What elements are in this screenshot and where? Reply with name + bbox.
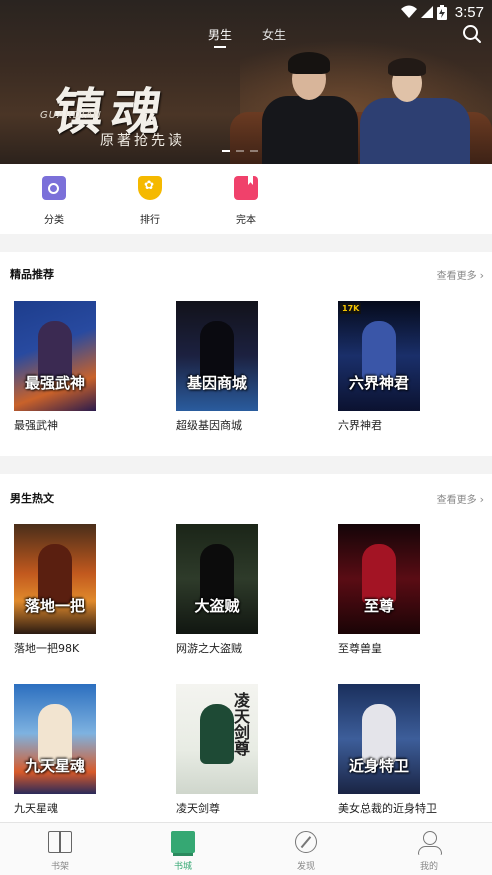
cover-title: 大盗贼 — [194, 597, 240, 615]
chevron-right-icon: › — [479, 493, 484, 506]
hero-banner[interactable]: 镇魂 GUARDIAN 原著抢先读 — [0, 0, 492, 164]
status-time: 3:57 — [454, 3, 484, 21]
cover-title: 近身特卫 — [348, 757, 409, 775]
book-title: 超级基因商城 — [176, 419, 242, 432]
section-title-featured: 精品推荐 — [10, 268, 54, 281]
status-bar: 3:57 — [0, 0, 492, 24]
featured-more-label: 查看更多 — [436, 271, 477, 282]
book-title: 落地一把98K — [14, 642, 80, 655]
cover-title: 至尊 — [363, 597, 394, 615]
nav-discover[interactable]: 发现 — [276, 831, 336, 872]
book-cover: 大盗贼 — [176, 524, 258, 634]
bookstore-icon — [171, 831, 195, 856]
nav-bookstore-label: 书城 — [173, 862, 192, 872]
nav-profile-label: 我的 — [419, 862, 438, 872]
section-divider — [0, 234, 492, 252]
category-entry[interactable]: 分类 — [24, 176, 84, 226]
bookshelf-icon — [48, 831, 72, 853]
book-cover: 至尊 — [338, 524, 420, 634]
rank-entry[interactable]: 排行 — [120, 176, 180, 226]
bottom-navigation: 书架 书城 发现 我的 — [0, 822, 492, 875]
book-cover: 17K 六界神君 — [338, 301, 420, 411]
book-cover: 近身特卫 — [338, 684, 420, 794]
tab-female[interactable]: 女生 — [262, 26, 286, 43]
profile-icon — [417, 831, 442, 855]
cover-title: 凌天剑尊 — [231, 692, 250, 756]
cover-title: 基因商城 — [186, 374, 247, 392]
banner-person-2-hair — [388, 58, 426, 76]
book-title: 至尊兽皇 — [338, 642, 382, 655]
pager-dot — [250, 150, 258, 152]
section-title-male-hot: 男生热文 — [10, 492, 54, 505]
section-divider — [0, 456, 492, 474]
category-icon — [42, 176, 66, 200]
tab-female-label: 女生 — [262, 28, 287, 42]
search-icon[interactable] — [462, 24, 482, 44]
book-card[interactable]: 大盗贼 网游之大盗贼 — [176, 524, 258, 656]
book-title: 九天星魂 — [14, 802, 58, 815]
nav-bookshelf[interactable]: 书架 — [30, 831, 90, 872]
book-cover: 最强武神 — [14, 301, 96, 411]
book-cover: 凌天剑尊 — [176, 684, 258, 794]
book-card[interactable]: 至尊 至尊兽皇 — [338, 524, 420, 656]
complete-icon — [234, 176, 258, 200]
pager-dot — [236, 150, 244, 152]
signal-icon — [420, 6, 433, 18]
battery-icon — [436, 4, 447, 20]
complete-entry[interactable]: 完本 — [216, 176, 276, 226]
book-title: 最强武神 — [14, 419, 58, 432]
category-label: 分类 — [44, 215, 64, 226]
tab-male-label: 男生 — [208, 28, 233, 42]
banner-person-2 — [360, 98, 470, 164]
cover-title: 六界神君 — [348, 374, 409, 392]
featured-more-link[interactable]: 查看更多 › — [437, 267, 484, 282]
wifi-icon — [400, 5, 417, 18]
book-title: 网游之大盗贼 — [176, 642, 242, 655]
male-hot-more-label: 查看更多 — [436, 495, 477, 506]
book-card[interactable]: 基因商城 超级基因商城 — [176, 301, 258, 433]
book-cover: 九天星魂 — [14, 684, 96, 794]
male-hot-more-link[interactable]: 查看更多 › — [437, 491, 484, 506]
book-title: 美女总裁的近身特卫 — [338, 802, 437, 815]
discover-icon — [295, 831, 317, 853]
nav-profile[interactable]: 我的 — [399, 831, 459, 872]
rank-icon — [138, 176, 162, 200]
tab-male[interactable]: 男生 — [208, 26, 233, 48]
banner-subtitle: 原著抢先读 — [100, 133, 185, 149]
cover-title: 最强武神 — [24, 374, 85, 392]
tab-active-indicator — [214, 46, 226, 48]
banner-pager — [222, 150, 258, 152]
complete-label: 完本 — [236, 215, 256, 226]
cover-title: 九天星魂 — [24, 757, 85, 775]
nav-discover-label: 发现 — [296, 862, 315, 872]
book-card[interactable]: 九天星魂 九天星魂 — [14, 684, 96, 816]
nav-bookstore[interactable]: 书城 — [153, 831, 213, 872]
quick-entry-row: 分类 排行 完本 — [0, 164, 492, 234]
rank-label: 排行 — [140, 215, 160, 226]
chevron-right-icon: › — [479, 269, 484, 282]
book-card[interactable]: 近身特卫 美女总裁的近身特卫 — [338, 684, 437, 816]
book-cover: 落地一把 — [14, 524, 96, 634]
book-title: 六界神君 — [338, 419, 382, 432]
banner-person-1-hair — [288, 52, 330, 74]
cover-title: 落地一把 — [24, 597, 85, 615]
book-card[interactable]: 落地一把 落地一把98K — [14, 524, 96, 656]
banner-person-1 — [262, 96, 358, 164]
gender-tabs: 男生 女生 — [0, 26, 492, 50]
book-card[interactable]: 17K 六界神君 六界神君 — [338, 301, 420, 433]
book-card[interactable]: 最强武神 最强武神 — [14, 301, 96, 433]
banner-title-latin: GUARDIAN — [40, 110, 102, 121]
book-title: 凌天剑尊 — [176, 802, 220, 815]
book-card[interactable]: 凌天剑尊 凌天剑尊 — [176, 684, 258, 816]
pager-dot-active — [222, 150, 230, 152]
publisher-badge: 17K — [340, 303, 362, 314]
nav-bookshelf-label: 书架 — [50, 862, 69, 872]
book-cover: 基因商城 — [176, 301, 258, 411]
